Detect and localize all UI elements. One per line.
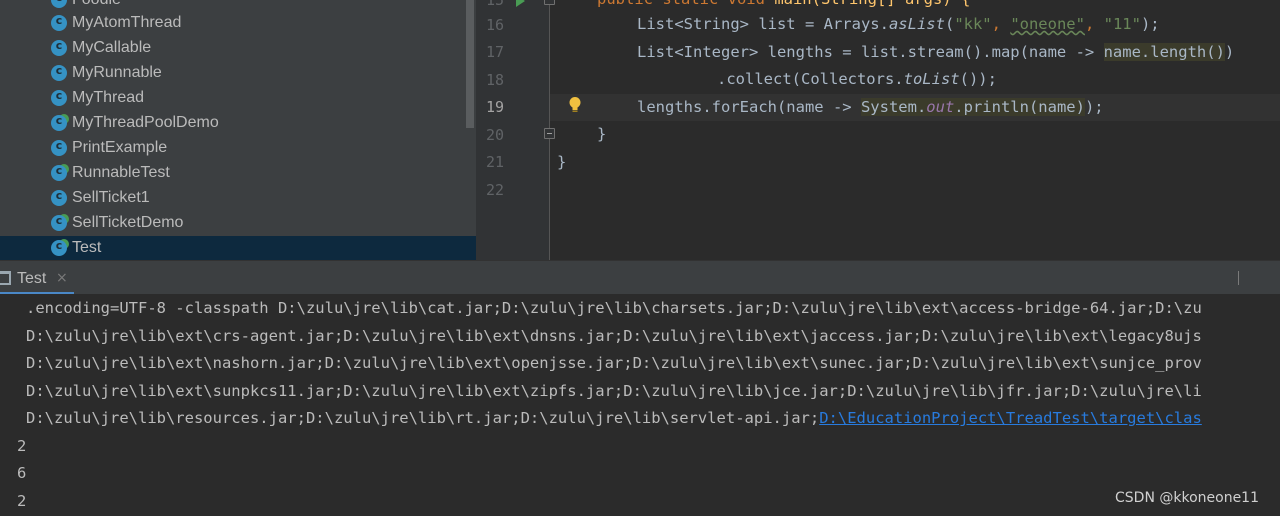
code-token: "11" bbox=[1103, 15, 1141, 33]
code-token: ( bbox=[944, 15, 955, 33]
header-divider bbox=[1238, 271, 1239, 285]
tree-item-label: MyRunnable bbox=[72, 64, 162, 81]
line-number: 21 bbox=[485, 153, 504, 171]
java-class-icon bbox=[51, 64, 67, 81]
code-token: List<Integer> lengths = list.stream().ma… bbox=[637, 43, 1104, 61]
java-class-icon bbox=[51, 39, 67, 56]
code-token: System. bbox=[860, 98, 927, 116]
run-config-icon bbox=[0, 271, 11, 285]
console-text: D:\zulu\jre\lib\resources.jar;D:\zulu\jr… bbox=[26, 409, 820, 427]
java-runnable-class-icon bbox=[51, 114, 67, 131]
code-token: ); bbox=[1084, 98, 1104, 116]
classpath-link[interactable]: D:\EducationProject\TreadTest\target\cla… bbox=[819, 409, 1202, 427]
tree-item-label: PrintExample bbox=[72, 139, 168, 156]
code-token: , bbox=[1084, 15, 1104, 33]
tree-item-test[interactable]: Test bbox=[0, 236, 476, 260]
code-token: name.length() bbox=[1103, 43, 1225, 61]
tree-item-sellticket1[interactable]: SellTicket1 bbox=[0, 186, 476, 211]
java-class-icon bbox=[51, 0, 67, 8]
line-number: 20 bbox=[485, 126, 504, 144]
line-number: 19 bbox=[485, 98, 504, 116]
line-number: 17 bbox=[485, 43, 504, 61]
java-runnable-class-icon bbox=[51, 214, 67, 231]
tree-item-label: MyThread bbox=[72, 89, 145, 106]
code-token: out bbox=[926, 98, 955, 116]
lightbulb-icon[interactable] bbox=[568, 96, 582, 114]
java-class-icon bbox=[51, 139, 67, 156]
console-output-line: 6 bbox=[17, 464, 27, 482]
tree-item-myrunnable[interactable]: MyRunnable bbox=[0, 61, 476, 86]
tree-scrollbar[interactable] bbox=[466, 0, 474, 128]
tree-item-runnabletest[interactable]: RunnableTest bbox=[0, 161, 476, 186]
run-toolwindow-header: Test × bbox=[0, 260, 1280, 295]
code-line: List<Integer> lengths = list.stream().ma… bbox=[637, 43, 1234, 61]
code-token: } bbox=[557, 153, 567, 171]
tree-item-mythreadpooldemo[interactable]: MyThreadPoolDemo bbox=[0, 111, 476, 136]
code-token: } bbox=[597, 125, 607, 143]
tree-item-mycallable[interactable]: MyCallable bbox=[0, 36, 476, 61]
fold-icon[interactable] bbox=[544, 128, 555, 139]
code-line: public static void main(String[] args) { bbox=[597, 0, 970, 8]
line-number: 16 bbox=[485, 16, 504, 34]
line-number: 22 bbox=[485, 181, 504, 199]
code-token: toList bbox=[903, 70, 960, 88]
java-class-icon bbox=[51, 14, 67, 31]
code-line: List<String> list = Arrays.asList("kk", … bbox=[637, 15, 1160, 33]
code-token: main(String[] args) { bbox=[765, 0, 970, 8]
code-token: ()); bbox=[959, 70, 997, 88]
tree-item-sellticketdemo[interactable]: SellTicketDemo bbox=[0, 211, 476, 236]
tree-item-label: Test bbox=[72, 239, 102, 256]
console-line: D:\zulu\jre\lib\ext\sunpkcs11.jar;D:\zul… bbox=[26, 382, 1202, 400]
run-tab-test[interactable]: Test × bbox=[0, 261, 74, 295]
fold-icon[interactable] bbox=[544, 0, 555, 5]
code-token: "kk" bbox=[954, 15, 992, 33]
tree-item-label: MyThreadPoolDemo bbox=[72, 114, 219, 131]
java-runnable-class-icon bbox=[51, 239, 67, 256]
close-icon[interactable]: × bbox=[56, 270, 68, 286]
code-line: .collect(Collectors.toList()); bbox=[717, 70, 997, 88]
tree-item-label: RunnableTest bbox=[72, 164, 170, 181]
console-output-line: 2 bbox=[17, 492, 27, 510]
tree-item-printexample[interactable]: PrintExample bbox=[0, 136, 476, 161]
code-token: ) bbox=[1224, 43, 1235, 61]
console-output-line: 2 bbox=[17, 437, 27, 455]
console-line: D:\zulu\jre\lib\ext\crs-agent.jar;D:\zul… bbox=[26, 327, 1202, 345]
run-console[interactable]: .encoding=UTF-8 -classpath D:\zulu\jre\l… bbox=[0, 294, 1280, 516]
tree-item-label: Foodie bbox=[72, 0, 121, 9]
code-token: "oneone" bbox=[1010, 15, 1085, 33]
console-line: .encoding=UTF-8 -classpath D:\zulu\jre\l… bbox=[26, 299, 1202, 317]
line-number: 18 bbox=[485, 71, 504, 89]
code-token: public static void bbox=[597, 0, 765, 8]
code-token: ); bbox=[1140, 15, 1160, 33]
code-line: } bbox=[597, 125, 606, 143]
tree-item-myatomthread[interactable]: MyAtomThread bbox=[0, 11, 476, 36]
code-token: .collect(Collectors. bbox=[717, 70, 904, 88]
code-token: List<String> list = Arrays. bbox=[637, 15, 889, 33]
code-line: } bbox=[557, 153, 566, 171]
tree-item-label: MyCallable bbox=[72, 39, 152, 56]
code-editor[interactable]: 15 16 17 18 19 20 21 22 public static vo… bbox=[476, 0, 1280, 260]
console-line: D:\zulu\jre\lib\ext\nashorn.jar;D:\zulu\… bbox=[26, 354, 1202, 372]
run-gutter-icon[interactable] bbox=[516, 0, 525, 7]
tree-item-mythread[interactable]: MyThread bbox=[0, 86, 476, 111]
java-class-icon bbox=[51, 189, 67, 206]
line-number: 15 bbox=[485, 0, 504, 9]
code-line: lengths.forEach(name -> System.out.print… bbox=[637, 98, 1104, 116]
console-line: D:\zulu\jre\lib\resources.jar;D:\zulu\jr… bbox=[26, 409, 1202, 427]
tree-item-label: SellTicketDemo bbox=[72, 214, 184, 231]
tree-item-label: SellTicket1 bbox=[72, 189, 150, 206]
code-token: , bbox=[991, 15, 1011, 33]
java-class-icon bbox=[51, 89, 67, 106]
code-token: asList bbox=[888, 15, 945, 33]
tree-item-label: MyAtomThread bbox=[72, 14, 182, 31]
code-token: .println(name) bbox=[954, 98, 1085, 116]
code-token: lengths.forEach(name -> bbox=[637, 98, 861, 116]
java-runnable-class-icon bbox=[51, 164, 67, 181]
project-tree: Foodie MyAtomThread MyCallable MyRunnabl… bbox=[0, 0, 476, 260]
watermark: CSDN @kkoneone11 bbox=[1115, 490, 1259, 506]
run-tab-label: Test bbox=[17, 270, 47, 287]
